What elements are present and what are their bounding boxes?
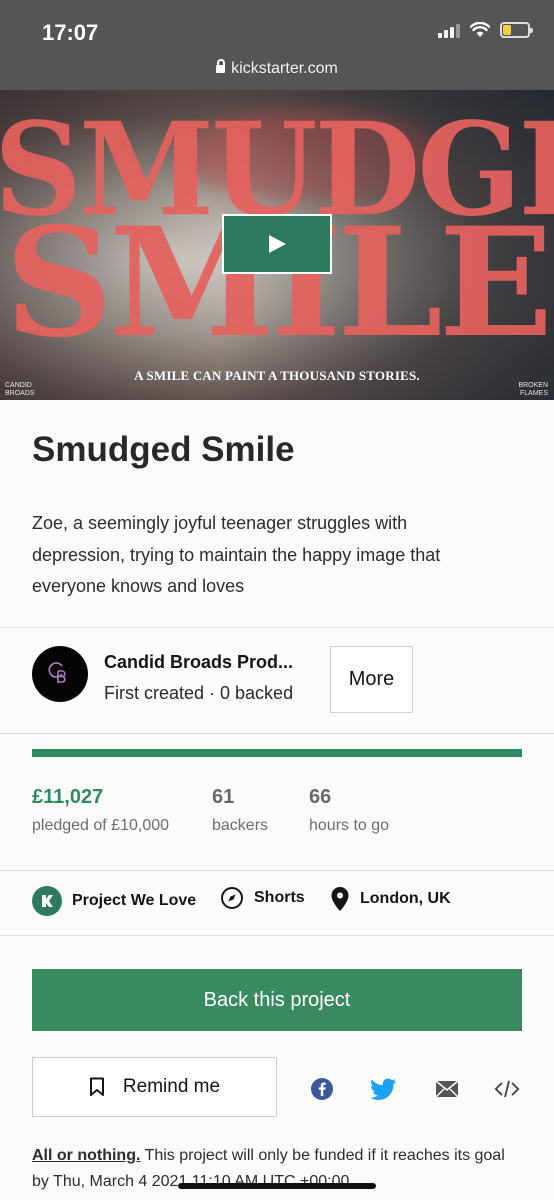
lock-icon: [216, 59, 226, 73]
funding-progress-fill: [32, 749, 522, 757]
location-pin-icon: [331, 887, 349, 911]
pledged-stat: £11,027 pledged of £10,000: [32, 786, 169, 835]
signal-icon: [438, 22, 460, 38]
project-we-love-badge[interactable]: Project We Love: [32, 886, 196, 916]
funding-progress-bar: [32, 749, 522, 757]
project-video[interactable]: SMUDGED SMILE A SMILE CAN PAINT A THOUSA…: [0, 90, 554, 400]
all-or-nothing-link[interactable]: All or nothing.: [32, 1147, 140, 1164]
compass-icon: [221, 887, 243, 909]
category-link[interactable]: Shorts: [220, 886, 305, 910]
backers-label: backers: [212, 817, 269, 834]
battery-icon: [500, 22, 533, 38]
hero-tagline: A SMILE CAN PAINT A THOUSAND STORIES.: [134, 368, 420, 383]
remind-label: Remind me: [122, 1076, 221, 1097]
divider: [0, 627, 554, 628]
status-icons: [438, 22, 533, 38]
location-link[interactable]: London, UK: [330, 886, 451, 912]
pledged-label: pledged of £10,000: [32, 817, 170, 834]
status-time: 17:07: [42, 20, 99, 45]
wifi-icon: [470, 22, 490, 37]
kickstarter-k-icon: [32, 886, 62, 916]
backers-count: 61: [212, 786, 235, 808]
broken-flames-logo: BROKEN FLAMES: [518, 382, 548, 397]
pledged-amount: £11,027: [32, 786, 104, 808]
creator-meta: First created · 0 backed: [104, 683, 294, 703]
url-bar[interactable]: kickstarter.com: [0, 59, 554, 78]
project-title: Smudged Smile: [32, 430, 295, 469]
facebook-icon[interactable]: [309, 1076, 335, 1102]
divider: [0, 733, 554, 734]
home-indicator[interactable]: [178, 1183, 376, 1189]
browser-top-bar: 17:07 kickstarter.com: [0, 0, 554, 90]
category-label: Shorts: [254, 889, 305, 906]
divider: [0, 870, 554, 871]
project-blurb: Zoe, a seemingly joyful teenager struggl…: [32, 513, 441, 596]
email-icon[interactable]: [434, 1076, 460, 1102]
creator-logo-icon: [48, 662, 66, 683]
embed-icon[interactable]: [494, 1076, 520, 1102]
hours-stat: 66 hours to go: [309, 786, 389, 835]
divider: [0, 935, 554, 936]
creator-name[interactable]: Candid Broads Prod...: [104, 652, 314, 673]
bookmark-icon: [89, 1077, 104, 1096]
location-label: London, UK: [360, 890, 451, 907]
more-button[interactable]: More: [330, 646, 413, 713]
badge-label: Project We Love: [72, 892, 197, 909]
candid-broads-logo: CANDID BROADS: [5, 382, 35, 397]
play-video-button[interactable]: [222, 214, 332, 274]
play-icon: [269, 235, 286, 253]
url-text: kickstarter.com: [231, 60, 338, 77]
back-project-button[interactable]: Back this project: [32, 969, 522, 1031]
remind-me-button[interactable]: Remind me: [32, 1057, 277, 1117]
hours-label: hours to go: [309, 817, 390, 834]
backers-stat: 61 backers: [212, 786, 268, 835]
hours-count: 66: [309, 786, 332, 808]
twitter-icon[interactable]: [371, 1076, 397, 1102]
creator-avatar[interactable]: [32, 646, 88, 702]
